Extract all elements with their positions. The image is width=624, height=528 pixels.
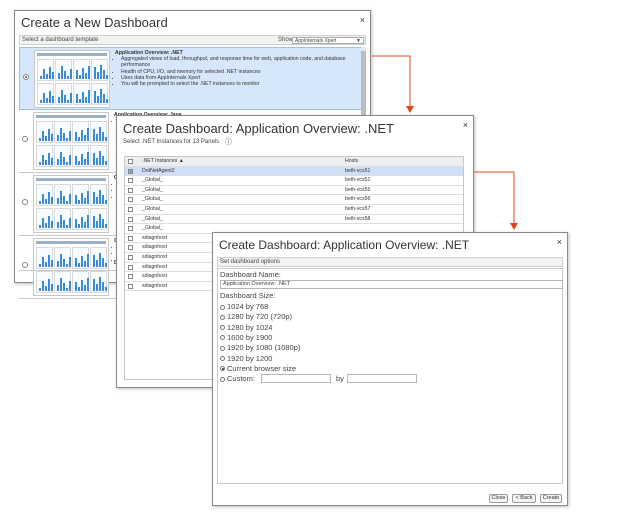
- arrow-step2-to-step3: [474, 171, 515, 225]
- arrowhead-icon: [406, 106, 414, 113]
- arrow-step1-to-step2: [372, 55, 411, 108]
- flow-arrows: [372, 55, 518, 230]
- arrowhead-icon: [510, 223, 518, 230]
